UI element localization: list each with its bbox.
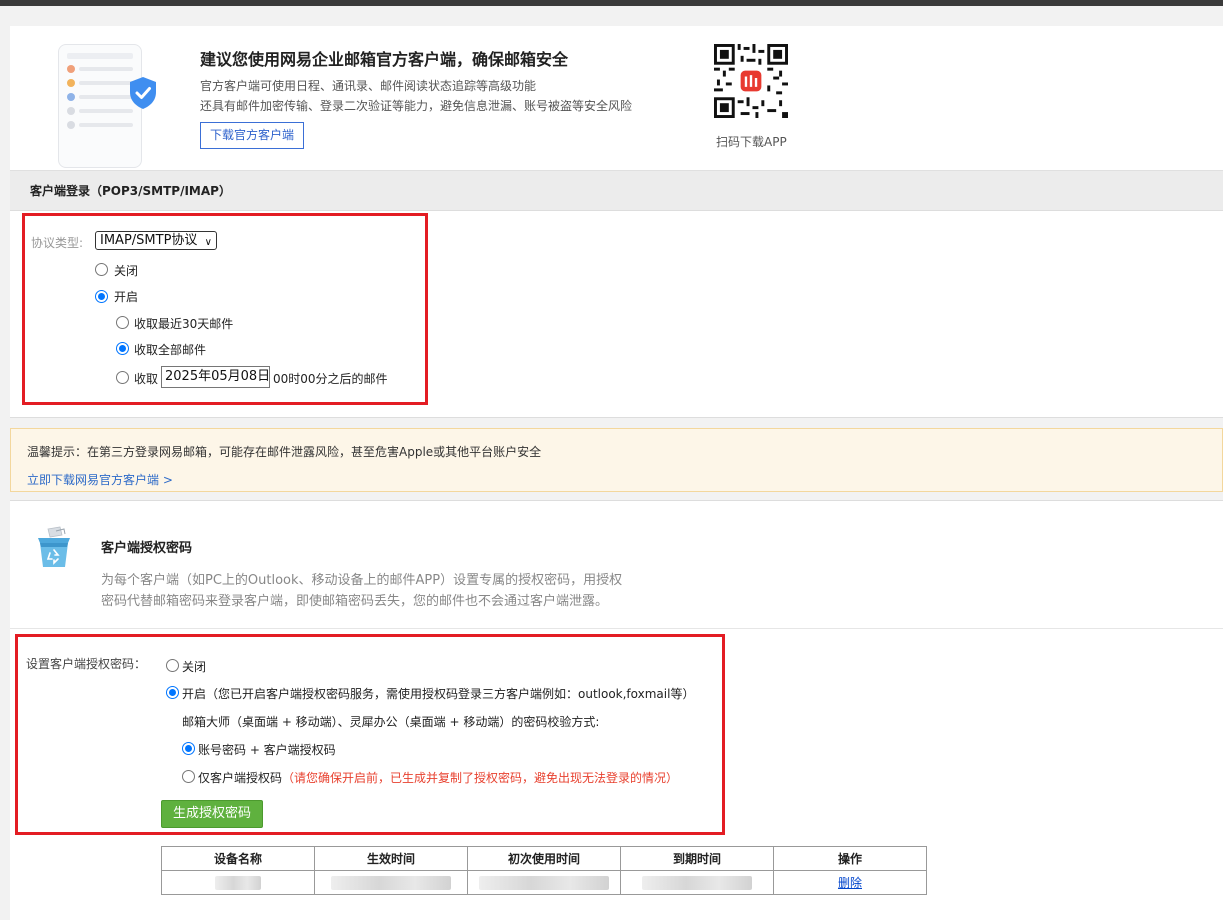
column-header-expiry-time: 到期时间 <box>620 846 774 871</box>
expiry-time-cell-redacted <box>620 870 774 895</box>
shield-check-icon <box>130 77 156 109</box>
window-top-bar <box>0 0 1223 6</box>
fetch-recent-30-days-radio[interactable] <box>116 316 129 329</box>
fetch-recent-30-days-label: 收取最近30天邮件 <box>134 317 234 331</box>
chevron-down-icon: ∨ <box>204 237 212 248</box>
auth-code-off-radio[interactable] <box>166 659 179 672</box>
fetch-since-suffix: 00时00分之后的邮件 <box>273 372 388 386</box>
generate-auth-code-button[interactable]: 生成授权密码 <box>161 800 263 828</box>
client-auth-code-section: 客户端授权密码 为每个客户端（如PC上的Outlook、移动设备上的邮件APP）… <box>10 500 1223 920</box>
auth-section-divider <box>10 628 1223 629</box>
verify-account-and-code-label: 账号密码 + 客户端授权码 <box>198 743 336 757</box>
promo-title: 建议您使用网易企业邮箱官方客户端，确保邮箱安全 <box>200 50 569 69</box>
verify-code-only-radio[interactable] <box>182 770 195 783</box>
auth-code-description-line2: 密码代替邮箱密码来登录客户端，即使邮箱密码丢失，您的邮件也不会通过客户端泄露。 <box>101 594 609 609</box>
verify-code-only-label: 仅客户端授权码 <box>198 771 283 785</box>
fetch-since-prefix: 收取 <box>134 372 159 386</box>
table-row: 删除 <box>161 870 927 895</box>
column-header-effective-time: 生效时间 <box>314 846 468 871</box>
device-name-cell-redacted <box>161 870 315 895</box>
verify-code-only-row: 仅客户端授权码（请您确保开启前，已生成并复制了授权密码，避免出现无法登录的情况） <box>198 769 678 786</box>
auth-code-on-radio[interactable] <box>166 686 179 699</box>
protocol-type-select[interactable]: IMAP/SMTP协议 ∨ <box>95 231 217 250</box>
column-header-first-use-time: 初次使用时间 <box>467 846 621 871</box>
column-header-device-name: 设备名称 <box>161 846 315 871</box>
fetch-since-date-radio[interactable] <box>116 371 129 384</box>
auth-code-on-label: 开启（您已开启客户端授权密码服务，需使用授权码登录三方客户端例如：outlook… <box>182 687 695 701</box>
table-header-row: 设备名称 生效时间 初次使用时间 到期时间 操作 <box>161 846 927 871</box>
client-promo-banner: 建议您使用网易企业邮箱官方客户端，确保邮箱安全 官方客户端可使用日程、通讯录、邮… <box>10 26 1223 170</box>
client-login-settings: 协议类型: IMAP/SMTP协议 ∨ 关闭 开启 收取最近30天邮件 收取全部… <box>10 211 1223 418</box>
promo-description-line1: 官方客户端可使用日程、通讯录、邮件阅读状态追踪等高级功能 <box>200 79 537 93</box>
verify-account-and-code-radio[interactable] <box>182 742 195 755</box>
protocol-type-label: 协议类型: <box>31 236 84 250</box>
column-header-actions: 操作 <box>773 846 927 871</box>
effective-time-cell-redacted <box>314 870 468 895</box>
protocol-type-value: IMAP/SMTP协议 <box>100 233 198 248</box>
actions-cell: 删除 <box>773 870 927 895</box>
qr-code-icon <box>714 44 788 118</box>
security-warning-text: 温馨提示：在第三方登录网易邮箱，可能存在邮件泄露风险，甚至危害Apple或其他平… <box>27 445 542 459</box>
verify-mode-intro: 邮箱大师（桌面端 + 移动端）、灵犀办公（桌面端 + 移动端）的密码校验方式: <box>182 715 600 729</box>
auth-code-title: 客户端授权密码 <box>101 541 193 556</box>
client-login-header: 客户端登录（POP3/SMTP/IMAP） <box>10 170 1223 211</box>
client-login-on-radio[interactable] <box>95 290 108 303</box>
download-official-client-link[interactable]: 立即下载网易官方客户端 > <box>27 471 173 488</box>
client-login-off-radio[interactable] <box>95 263 108 276</box>
client-login-off-label: 关闭 <box>114 264 139 278</box>
download-client-button[interactable]: 下载官方客户端 <box>200 122 304 149</box>
fetch-since-date-input[interactable]: 2025年05月08日 <box>161 366 270 388</box>
authorized-devices-table: 设备名称 生效时间 初次使用时间 到期时间 操作 删除 <box>161 846 927 895</box>
first-use-time-cell-redacted <box>467 870 621 895</box>
auth-code-description-line1: 为每个客户端（如PC上的Outlook、移动设备上的邮件APP）设置专属的授权密… <box>101 573 623 588</box>
promo-description-line2: 还具有邮件加密传输、登录二次验证等能力，避免信息泄漏、账号被盗等安全风险 <box>200 99 633 113</box>
qr-code-label: 扫码下载APP <box>716 135 787 149</box>
security-warning-banner: 温馨提示：在第三方登录网易邮箱，可能存在邮件泄露风险，甚至危害Apple或其他平… <box>10 428 1223 492</box>
client-login-on-label: 开启 <box>114 290 139 304</box>
auth-code-setting-label: 设置客户端授权密码： <box>26 657 147 671</box>
delete-link[interactable]: 删除 <box>838 876 862 890</box>
auth-code-off-label: 关闭 <box>182 660 207 674</box>
verify-code-only-note: （请您确保开启前，已生成并复制了授权密码，避免出现无法登录的情况） <box>282 771 679 785</box>
recycle-bin-icon <box>38 526 70 567</box>
settings-page: 建议您使用网易企业邮箱官方客户端，确保邮箱安全 官方客户端可使用日程、通讯录、邮… <box>10 26 1223 920</box>
fetch-all-mail-label: 收取全部邮件 <box>134 343 207 357</box>
fetch-all-mail-radio[interactable] <box>116 342 129 355</box>
